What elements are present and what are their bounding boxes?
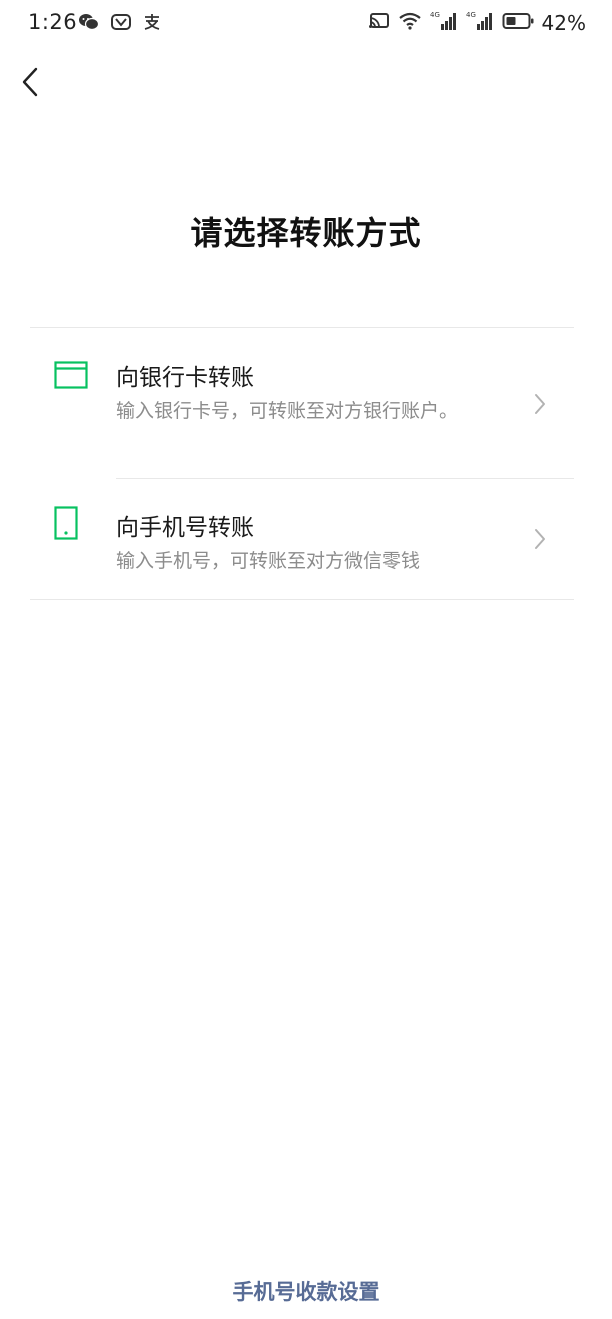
chevron-left-icon xyxy=(20,66,40,102)
status-right: 4G 4G 42% xyxy=(368,10,586,36)
option-title: 向银行卡转账 xyxy=(116,365,254,391)
option-title: 向手机号转账 xyxy=(116,515,254,541)
cast-icon xyxy=(368,11,390,35)
battery-icon xyxy=(502,11,534,35)
transfer-options-list: 向银行卡转账 输入银行卡号，可转账至对方银行账户。 向手机号转账 输入手机号，可… xyxy=(30,327,574,600)
page-title: 请选择转账方式 xyxy=(190,214,422,252)
chevron-right-icon xyxy=(532,392,548,416)
transfer-to-phone-number-option[interactable]: 向手机号转账 输入手机号，可转账至对方微信零钱 xyxy=(54,479,574,599)
chevron-right-icon xyxy=(532,527,548,551)
notification-icons xyxy=(78,12,162,36)
status-time: 1:26 xyxy=(28,10,78,34)
bank-card-icon xyxy=(54,361,88,393)
option-description: 输入手机号，可转账至对方微信零钱 xyxy=(116,550,421,572)
back-button[interactable] xyxy=(12,64,48,104)
signal-4g-icon: 4G xyxy=(430,10,458,36)
wifi-icon xyxy=(398,11,422,35)
transfer-to-bank-card-option[interactable]: 向银行卡转账 输入银行卡号，可转账至对方银行账户。 xyxy=(54,328,574,479)
alipay-icon xyxy=(142,12,162,36)
phone-icon xyxy=(54,506,78,544)
status-bar: 1:26 4G 4G 42% xyxy=(0,0,612,46)
battery-percent: 42% xyxy=(541,11,586,35)
svg-text:4G: 4G xyxy=(430,11,440,19)
app-icon xyxy=(110,12,132,36)
signal-4g-icon: 4G xyxy=(466,10,494,36)
phone-payment-settings-link[interactable]: 手机号收款设置 xyxy=(0,1276,612,1306)
option-description: 输入银行卡号，可转账至对方银行账户。 xyxy=(116,400,459,422)
wechat-icon xyxy=(78,12,100,36)
svg-text:4G: 4G xyxy=(466,11,476,19)
